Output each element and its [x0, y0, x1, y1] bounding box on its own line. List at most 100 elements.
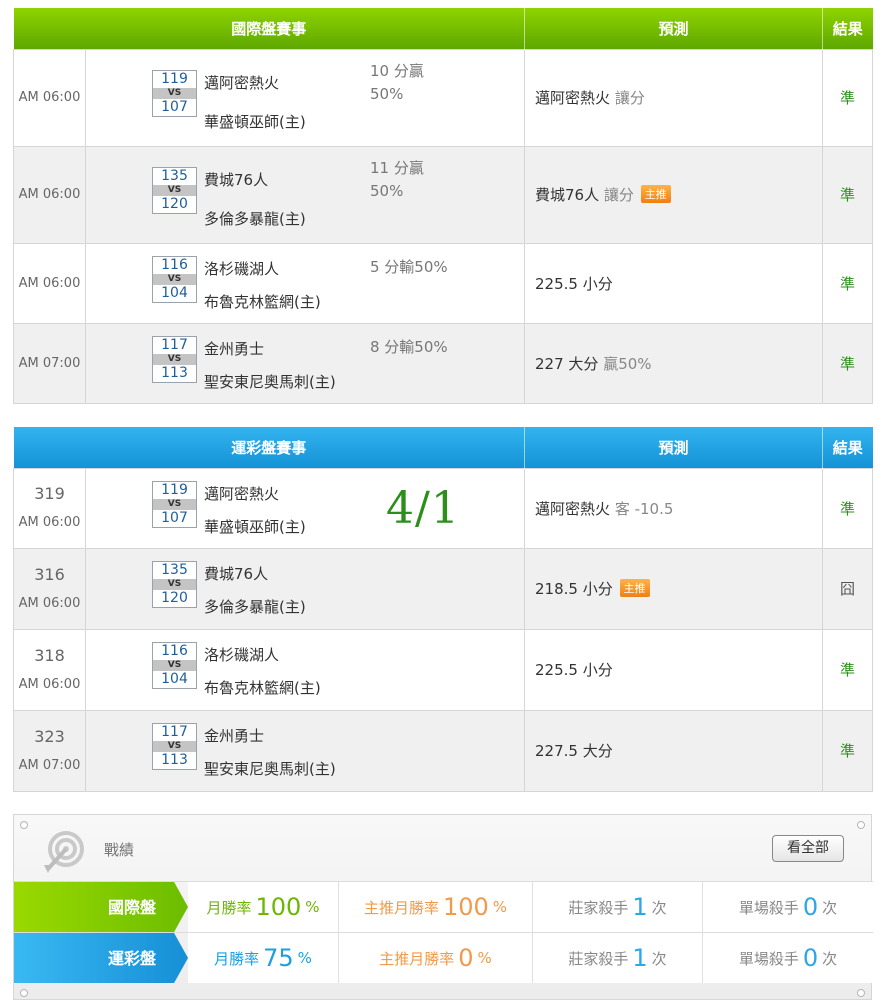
odds-line-1: 8 分輸50%	[370, 337, 448, 356]
odds-line-1: 10 分贏	[370, 61, 424, 80]
odds-line-1: 11 分贏	[370, 158, 424, 177]
stat-unit: 次	[822, 898, 838, 917]
vs-label: VS	[153, 659, 196, 671]
match-cell: 119 VS 107 邁阿密熱火 華盛頓巫師(主) 4/1	[84, 467, 526, 549]
away-team: 費城76人	[204, 564, 269, 583]
score-box: 116 VS 104	[152, 641, 197, 689]
game-code: 319	[34, 484, 65, 503]
record-panel: 戰績 看全部 國際盤 月勝率 100% 主推月勝率 100% 莊家殺手 1 次 單場殺手…	[13, 814, 873, 1000]
home-score: 104	[161, 284, 188, 301]
prediction-note: 客 -10.5	[614, 499, 674, 518]
home-team: 多倫多暴龍(主)	[204, 597, 306, 616]
odds-text: 5 分輸50%	[370, 256, 448, 279]
intl-header-row: 國際盤賽事 預測 結果	[13, 8, 873, 49]
home-score: 120	[161, 195, 188, 212]
stat-value: 0	[802, 893, 819, 921]
prediction-cell: 225.5 小分	[524, 628, 824, 711]
match-cell: 116 VS 104 洛杉磯湖人 布魯克林籃網(主) 5 分輸50%	[84, 242, 526, 324]
table-row: AM 06:00 119 VS 107 邁阿密熱火 華盛頓巫師(主) 10 分贏 50…	[13, 48, 874, 147]
vs-label: VS	[153, 740, 196, 752]
table-row: AM 07:00 117 VS 113 金州勇士 聖安東尼奧馬刺(主) 8 分輸50…	[13, 322, 874, 404]
intl-record-row: 國際盤 月勝率 100% 主推月勝率 100% 莊家殺手 1 次 單場殺手 0 次	[14, 881, 873, 932]
away-score: 135	[161, 167, 188, 184]
stat-value: 100	[442, 893, 489, 921]
prediction-cell: 227 大分 贏50%	[524, 322, 824, 404]
prediction-pick: 227 大分	[535, 354, 599, 373]
match-cell: 117 VS 113 金州勇士 聖安東尼奧馬刺(主) 8 分輸50%	[84, 322, 526, 404]
stat-value: 75	[263, 944, 294, 972]
away-score: 135	[161, 561, 188, 578]
result-cell: 準	[822, 709, 874, 792]
result-cell: 準	[822, 467, 874, 549]
view-all-button[interactable]: 看全部	[772, 835, 844, 862]
lottery-record-row: 運彩盤 月勝率 75% 主推月勝率 0% 莊家殺手 1 次 單場殺手 0 次	[14, 932, 873, 983]
table-row: 318 AM 06:00 116 VS 104 洛杉磯湖人 布魯克林籃網(主) 225…	[13, 628, 874, 711]
game-time-cell: AM 07:00	[13, 322, 86, 404]
home-team: 聖安東尼奧馬刺(主)	[204, 372, 336, 391]
game-time: AM 07:00	[18, 757, 81, 773]
home-score: 120	[161, 589, 188, 606]
game-time: AM 06:00	[18, 275, 81, 291]
score-box: 135 VS 120	[152, 560, 197, 608]
vs-label: VS	[153, 578, 196, 590]
stat-label: 莊家殺手	[568, 898, 629, 917]
home-score: 107	[161, 98, 188, 115]
stat-label: 單場殺手	[738, 898, 799, 917]
odds-line-1: 5 分輸50%	[370, 257, 448, 276]
record-label: 運彩盤	[14, 933, 188, 983]
home-team: 布魯克林籃網(主)	[204, 292, 321, 311]
single-game-killer: 單場殺手 0 次	[702, 882, 873, 932]
result-cell: 囧	[822, 547, 874, 630]
corner-dot-icon	[857, 989, 865, 997]
match-cell: 117 VS 113 金州勇士 聖安東尼奧馬刺(主)	[84, 709, 526, 792]
away-team: 洛杉磯湖人	[204, 645, 280, 664]
game-code: 323	[34, 726, 65, 746]
prediction-pick: 邁阿密熱火	[535, 499, 611, 518]
home-score: 113	[161, 751, 188, 768]
featured-win-rate: 主推月勝率 100%	[338, 882, 532, 932]
odds-line-2: 50%	[370, 84, 404, 103]
away-score: 119	[161, 481, 188, 498]
odds-text: 10 分贏 50%	[370, 60, 424, 106]
match-cell: 135 VS 120 費城76人 多倫多暴龍(主) 11 分贏 50%	[84, 145, 526, 244]
odds-text: 11 分贏 50%	[370, 157, 424, 203]
away-team: 邁阿密熱火	[204, 73, 280, 92]
record-title: 戰績	[104, 841, 135, 859]
match-cell: 116 VS 104 洛杉磯湖人 布魯克林籃網(主)	[84, 628, 526, 711]
record-label-text: 國際盤	[107, 898, 156, 917]
stat-unit: %	[492, 898, 508, 916]
odds-text: 8 分輸50%	[370, 336, 448, 359]
home-team: 華盛頓巫師(主)	[204, 517, 306, 536]
prediction-cell: 邁阿密熱火 客 -10.5	[524, 467, 824, 549]
corner-dot-icon	[20, 989, 28, 997]
away-score: 116	[161, 256, 188, 273]
game-code: 316	[34, 564, 65, 584]
vs-label: VS	[153, 353, 196, 365]
featured-badge: 主推	[640, 185, 671, 203]
stat-unit: %	[305, 898, 320, 916]
game-time: AM 06:00	[18, 676, 81, 692]
game-time-cell: 323 AM 07:00	[13, 709, 86, 792]
vs-label: VS	[153, 87, 196, 99]
score-box: 135 VS 120	[152, 166, 197, 214]
target-arrow-icon	[44, 831, 84, 873]
game-time: AM 06:00	[18, 90, 81, 105]
stat-value: 0	[458, 944, 474, 972]
prediction-pick: 225.5 小分	[535, 661, 613, 679]
prediction-cell: 費城76人 讓分 主推	[524, 145, 824, 244]
away-score: 116	[161, 642, 188, 659]
lottery-header-pred: 預測	[524, 427, 824, 468]
intl-header-result: 結果	[822, 8, 873, 49]
stat-unit: %	[297, 949, 312, 967]
result-cell: 準	[822, 48, 874, 147]
table-row: AM 06:00 135 VS 120 費城76人 多倫多暴龍(主) 11 分贏 50…	[13, 145, 874, 244]
result-cell: 準	[822, 242, 874, 324]
prediction-pick: 邁阿密熱火	[535, 89, 611, 107]
home-score: 113	[161, 364, 188, 381]
lottery-header-result: 結果	[822, 427, 873, 468]
home-team: 華盛頓巫師(主)	[204, 112, 306, 131]
game-date: 4/1	[386, 482, 460, 534]
prediction-cell: 225.5 小分	[524, 242, 824, 324]
away-team: 金州勇士	[204, 339, 265, 358]
score-box: 119 VS 107	[152, 69, 197, 117]
